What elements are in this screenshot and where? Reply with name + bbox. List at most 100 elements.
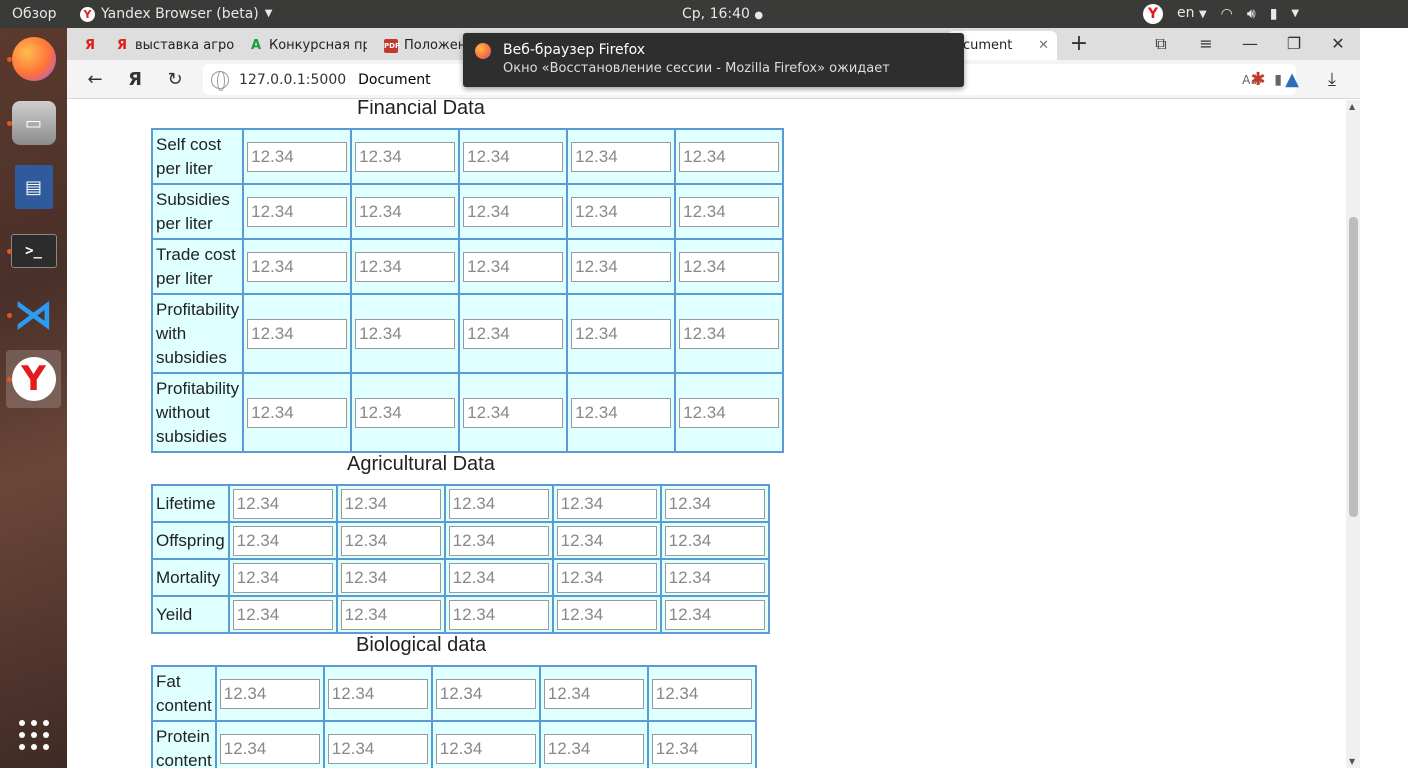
- new-tab-button[interactable]: +: [1067, 32, 1091, 56]
- number-input[interactable]: [463, 251, 564, 282]
- number-input[interactable]: [247, 397, 348, 428]
- number-input[interactable]: [664, 488, 765, 519]
- number-input[interactable]: [355, 397, 456, 428]
- number-input[interactable]: [340, 599, 441, 630]
- number-input[interactable]: [247, 196, 348, 227]
- tab-exhibition[interactable]: Я выставка агрос: [115, 31, 235, 60]
- number-input[interactable]: [232, 525, 333, 556]
- bookmarks-icon[interactable]: ⧉: [1149, 32, 1173, 56]
- number-input[interactable]: [679, 141, 780, 172]
- volume-icon[interactable]: 🔊︎: [1247, 0, 1256, 28]
- back-button[interactable]: ←: [82, 67, 108, 93]
- number-input[interactable]: [651, 678, 752, 709]
- number-input[interactable]: [664, 562, 765, 593]
- maximize-button[interactable]: ❐: [1282, 32, 1306, 56]
- downloads-icon[interactable]: ⤓: [1319, 67, 1345, 93]
- activities-button[interactable]: Обзор: [12, 0, 57, 28]
- yandex-home-button[interactable]: Я: [122, 67, 148, 93]
- number-input[interactable]: [448, 562, 549, 593]
- number-input[interactable]: [448, 525, 549, 556]
- number-input[interactable]: [571, 196, 672, 227]
- close-tab-icon[interactable]: ✕: [1038, 38, 1049, 53]
- number-input[interactable]: [232, 599, 333, 630]
- number-input[interactable]: [340, 488, 441, 519]
- dock-writer[interactable]: ▤: [6, 158, 61, 216]
- language-indicator[interactable]: en ▼: [1177, 0, 1207, 29]
- number-input[interactable]: [355, 251, 456, 282]
- number-input[interactable]: [463, 141, 564, 172]
- number-input[interactable]: [463, 397, 564, 428]
- yandex-tray-icon[interactable]: Y: [1143, 4, 1163, 24]
- app-menu[interactable]: Y Yandex Browser (beta) ▼: [80, 0, 272, 28]
- tab-competition[interactable]: A Конкурсная пр: [249, 31, 367, 60]
- number-input[interactable]: [232, 562, 333, 593]
- number-input[interactable]: [679, 397, 780, 428]
- minimize-button[interactable]: —: [1238, 32, 1262, 56]
- notification-popup[interactable]: Веб-браузер Firefox Окно «Восстановление…: [463, 33, 964, 87]
- firefox-icon: [475, 43, 491, 59]
- close-window-button[interactable]: ✕: [1326, 32, 1350, 56]
- number-input[interactable]: [327, 733, 428, 764]
- number-input[interactable]: [340, 562, 441, 593]
- extension-drive-icon[interactable]: ▲: [1279, 67, 1305, 93]
- number-input[interactable]: [571, 251, 672, 282]
- number-input[interactable]: [556, 562, 657, 593]
- number-input[interactable]: [219, 733, 320, 764]
- number-input[interactable]: [355, 318, 456, 349]
- number-input[interactable]: [327, 678, 428, 709]
- number-input[interactable]: [679, 318, 780, 349]
- extension-bug-icon[interactable]: ✱: [1245, 67, 1271, 93]
- scroll-down-icon[interactable]: ▼: [1349, 757, 1355, 766]
- vscode-icon: ⋊: [13, 292, 54, 338]
- dock-yandex-browser[interactable]: Y: [6, 350, 61, 408]
- number-input[interactable]: [571, 141, 672, 172]
- number-input[interactable]: [571, 397, 672, 428]
- number-input[interactable]: [543, 678, 644, 709]
- number-input[interactable]: [679, 251, 780, 282]
- dock-firefox[interactable]: [6, 30, 61, 88]
- system-menu-arrow-icon[interactable]: ▼: [1291, 0, 1299, 28]
- reload-button[interactable]: ↻: [162, 67, 188, 93]
- dock-files[interactable]: ▭: [6, 94, 61, 152]
- number-input[interactable]: [435, 733, 536, 764]
- number-input[interactable]: [463, 318, 564, 349]
- tab-pdf[interactable]: PDF Положен: [384, 31, 464, 60]
- number-input[interactable]: [571, 318, 672, 349]
- number-input[interactable]: [435, 678, 536, 709]
- table-cell: [567, 129, 676, 184]
- number-input[interactable]: [664, 525, 765, 556]
- clock[interactable]: Ср, 16:40 ●: [682, 0, 763, 28]
- number-input[interactable]: [448, 599, 549, 630]
- number-input[interactable]: [247, 318, 348, 349]
- number-input[interactable]: [543, 733, 644, 764]
- scrollbar[interactable]: ▲ ▼: [1346, 100, 1360, 768]
- number-input[interactable]: [463, 196, 564, 227]
- url-host: 127.0.0.1:5000: [239, 71, 347, 88]
- number-input[interactable]: [651, 733, 752, 764]
- number-input[interactable]: [448, 488, 549, 519]
- dock: ▭ ▤ >_ ⋊ Y: [0, 28, 67, 768]
- number-input[interactable]: [232, 488, 333, 519]
- number-input[interactable]: [556, 488, 657, 519]
- scroll-up-icon[interactable]: ▲: [1349, 102, 1355, 111]
- number-input[interactable]: [556, 525, 657, 556]
- battery-icon[interactable]: ▮: [1270, 0, 1278, 28]
- number-input[interactable]: [355, 141, 456, 172]
- table-cell: [228, 596, 337, 633]
- number-input[interactable]: [355, 196, 456, 227]
- wifi-icon[interactable]: ◠: [1221, 0, 1233, 28]
- number-input[interactable]: [219, 678, 320, 709]
- number-input[interactable]: [340, 525, 441, 556]
- number-input[interactable]: [679, 196, 780, 227]
- table-cell: [459, 373, 568, 452]
- show-applications-button[interactable]: [6, 706, 61, 764]
- number-input[interactable]: [664, 599, 765, 630]
- tab-yandex[interactable]: Я: [83, 31, 103, 60]
- number-input[interactable]: [247, 141, 348, 172]
- scroll-thumb[interactable]: [1349, 217, 1358, 517]
- dock-vscode[interactable]: ⋊: [6, 286, 61, 344]
- menu-icon[interactable]: ≡: [1194, 32, 1218, 56]
- dock-terminal[interactable]: >_: [6, 222, 61, 280]
- number-input[interactable]: [556, 599, 657, 630]
- number-input[interactable]: [247, 251, 348, 282]
